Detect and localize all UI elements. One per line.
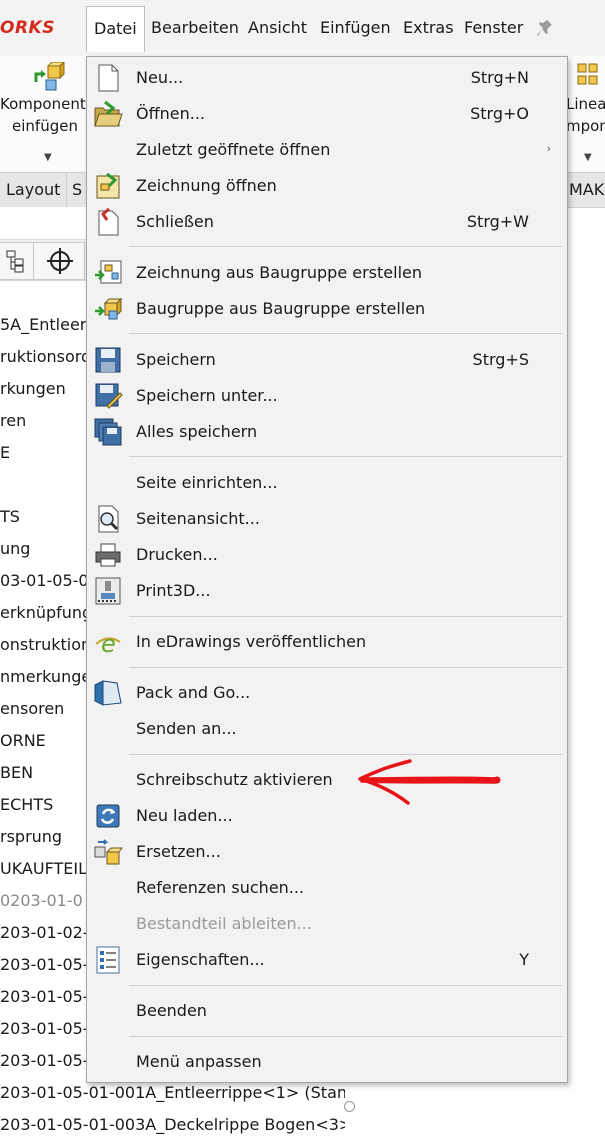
menu-extras[interactable]: Extras [396, 6, 461, 50]
menu-bar: ORKS Datei Bearbeiten Ansicht Einfügen E… [0, 0, 605, 57]
pack-and-go-icon [94, 680, 122, 706]
open-folder-icon [94, 100, 123, 127]
linear-pattern-dropdown-arrow[interactable]: ▼ [584, 152, 592, 163]
tree-item[interactable]: 203-01-05-01-001A_Entleerrippe<1> (Stanc [0, 1079, 345, 1107]
menu-datei[interactable]: Datei [86, 6, 145, 52]
new-document-icon [98, 64, 119, 92]
crosshair-icon [47, 248, 73, 274]
tab-layout[interactable]: Layout [0, 173, 68, 207]
menu-bearbeiten[interactable]: Bearbeiten [144, 6, 246, 50]
print-preview-icon [98, 505, 119, 533]
menu-item-oeffnen[interactable]: Öffnen... Strg+O [87, 96, 567, 132]
datei-menu-dropdown: Neu... Strg+N Öffnen... Strg+O Zuletzt g… [86, 56, 568, 1083]
menu-item-speichern[interactable]: Speichern Strg+S [87, 342, 567, 378]
menu-item-menue-anpassen[interactable]: Menü anpassen [87, 1044, 567, 1080]
configuration-manager-icon [6, 250, 24, 273]
reload-icon [96, 804, 120, 828]
menu-item-neu[interactable]: Neu... Strg+N [87, 60, 567, 96]
menu-item-zeichnung-oeffnen[interactable]: Zeichnung öffnen [87, 168, 567, 204]
tab-makro[interactable]: MAKR [562, 173, 605, 207]
menu-item-seitenansicht[interactable]: Seitenansicht... [87, 501, 567, 537]
menu-separator [129, 1036, 563, 1037]
menu-separator [129, 616, 563, 617]
menu-item-schliessen[interactable]: Schließen Strg+W [87, 204, 567, 240]
dimxpert-manager-button[interactable] [33, 242, 85, 280]
make-drawing-icon [95, 260, 122, 284]
save-as-icon [95, 383, 123, 409]
menu-item-seite-einrichten[interactable]: Seite einrichten... [87, 465, 567, 501]
app-logo: ORKS [0, 18, 55, 38]
configuration-manager-button[interactable] [0, 242, 34, 280]
pin-icon[interactable] [537, 16, 557, 38]
print3d-icon [95, 577, 121, 605]
menu-item-drucken[interactable]: Drucken... [87, 537, 567, 573]
properties-icon [96, 946, 120, 974]
tree-item[interactable]: 203-01-05-01-003A_Deckelrippe Bogen<3> [0, 1111, 345, 1139]
menu-separator [129, 985, 563, 986]
replace-icon [94, 839, 123, 865]
insert-component-label[interactable]: Komponente einfügen [0, 93, 95, 137]
red-arrow-annotation [358, 759, 501, 805]
save-icon [95, 347, 121, 373]
menu-item-beenden[interactable]: Beenden [87, 993, 567, 1029]
svg-text:e: e [101, 630, 116, 656]
menu-item-baugruppe-aus-baugruppe[interactable]: Baugruppe aus Baugruppe erstellen [87, 291, 567, 327]
close-document-icon [98, 208, 119, 236]
make-assembly-icon [95, 297, 123, 320]
insert-component-icon[interactable] [32, 62, 66, 92]
menu-ansicht[interactable]: Ansicht [241, 6, 314, 50]
menu-item-speichern-unter[interactable]: Speichern unter... [87, 378, 567, 414]
tree-filter-field[interactable] [0, 207, 88, 240]
save-all-icon [94, 418, 122, 446]
menu-separator [129, 456, 563, 457]
open-drawing-icon [96, 172, 120, 199]
menu-item-zuletzt-geoeffnete[interactable]: Zuletzt geöffnete öffnen › [87, 132, 567, 168]
menu-item-zeichnung-aus-baugruppe[interactable]: Zeichnung aus Baugruppe erstellen [87, 255, 567, 291]
submenu-arrow-icon: › [546, 142, 551, 155]
linear-pattern-icon[interactable] [576, 62, 600, 90]
menu-item-pack-and-go[interactable]: Pack and Go... [87, 675, 567, 711]
menu-einfuegen[interactable]: Einfügen [313, 6, 398, 50]
menu-separator [129, 246, 563, 247]
menu-item-eigenschaften[interactable]: Eigenschaften... Y [87, 942, 567, 978]
menu-separator [129, 667, 563, 668]
menu-separator [129, 333, 563, 334]
edrawings-icon: e [95, 630, 121, 656]
menu-item-alles-speichern[interactable]: Alles speichern [87, 414, 567, 450]
menu-item-print3d[interactable]: Print3D... [87, 573, 567, 609]
scrollbar-thumb[interactable] [344, 1101, 355, 1112]
menu-item-senden-an[interactable]: Senden an... [87, 711, 567, 747]
menu-item-edrawings[interactable]: e In eDrawings veröffentlichen [87, 624, 567, 660]
menu-fenster[interactable]: Fenster [457, 6, 530, 50]
linear-pattern-label[interactable]: Linear mponente [566, 93, 605, 137]
insert-component-dropdown-arrow[interactable]: ▼ [44, 152, 52, 163]
printer-icon [95, 543, 121, 567]
menu-item-referenzen-suchen[interactable]: Referenzen suchen... [87, 870, 567, 906]
menu-item-bestandteil-ableiten: Bestandteil ableiten... [136, 914, 312, 933]
menu-item-ersetzen[interactable]: Ersetzen... [87, 834, 567, 870]
